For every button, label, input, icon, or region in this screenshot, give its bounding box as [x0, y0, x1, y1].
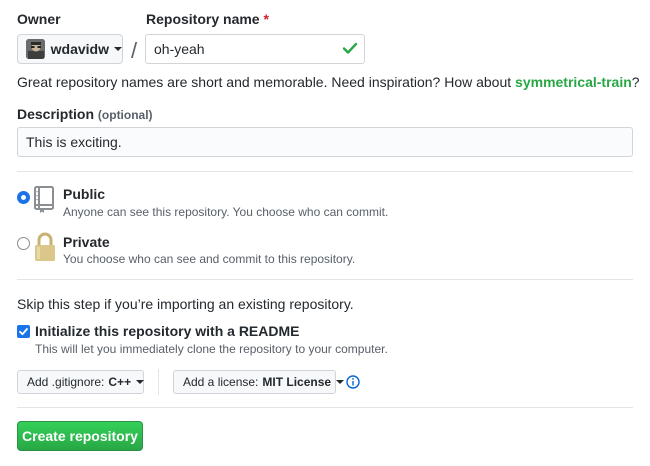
public-subtitle: Anyone can see this repository. You choo… — [63, 205, 389, 219]
private-radio[interactable] — [17, 237, 30, 250]
description-label: Description (optional) — [17, 106, 153, 122]
owner-repo-separator: / — [131, 38, 138, 63]
required-mark: * — [263, 11, 269, 27]
owner-label: Owner — [17, 11, 61, 27]
gitignore-value: C++ — [108, 375, 132, 389]
readme-checkbox[interactable] — [17, 325, 30, 338]
license-select[interactable]: Add a license: MIT License — [173, 370, 345, 394]
readme-subtitle: This will let you immediately clone the … — [35, 342, 388, 356]
repo-name-hint: Great repository names are short and mem… — [17, 74, 640, 90]
chevron-down-icon — [114, 47, 122, 51]
divider — [17, 407, 633, 408]
optional-hint: (optional) — [97, 108, 153, 122]
license-label: Add a license: — [183, 375, 259, 389]
vertical-divider — [158, 369, 159, 395]
public-radio[interactable] — [17, 191, 30, 204]
info-icon[interactable] — [346, 375, 360, 389]
gitignore-label: Add .gitignore: — [27, 375, 105, 389]
divider — [17, 279, 633, 280]
chevron-down-icon — [136, 380, 145, 384]
repo-name-label-text: Repository name — [146, 11, 260, 27]
hint-end: ? — [631, 74, 640, 90]
lock-icon — [35, 232, 55, 261]
repo-book-icon — [34, 186, 54, 213]
public-title: Public — [63, 186, 106, 202]
gitignore-select[interactable]: Add .gitignore: C++ — [17, 370, 145, 394]
checkmark-icon — [19, 328, 28, 336]
description-input[interactable] — [17, 127, 633, 157]
license-value: MIT License — [262, 375, 332, 389]
repo-name-input[interactable] — [145, 34, 365, 64]
create-repository-button[interactable]: Create repository — [17, 421, 143, 451]
owner-name: wdavidw — [50, 41, 109, 57]
repo-name-label: Repository name * — [146, 11, 269, 27]
owner-select[interactable]: wdavidw — [17, 34, 123, 64]
check-icon — [342, 42, 358, 54]
import-note: Skip this step if you’re importing an ex… — [17, 296, 354, 312]
hint-text: Great repository names are short and mem… — [17, 74, 516, 90]
description-label-text: Description — [17, 106, 95, 122]
private-subtitle: You choose who can see and commit to thi… — [63, 252, 356, 266]
suggested-name-link[interactable]: symmetrical-train — [515, 74, 632, 90]
chevron-down-icon — [336, 380, 345, 384]
readme-label: Initialize this repository with a README — [35, 323, 300, 339]
divider — [17, 171, 633, 172]
private-title: Private — [63, 234, 110, 250]
avatar — [26, 39, 45, 59]
